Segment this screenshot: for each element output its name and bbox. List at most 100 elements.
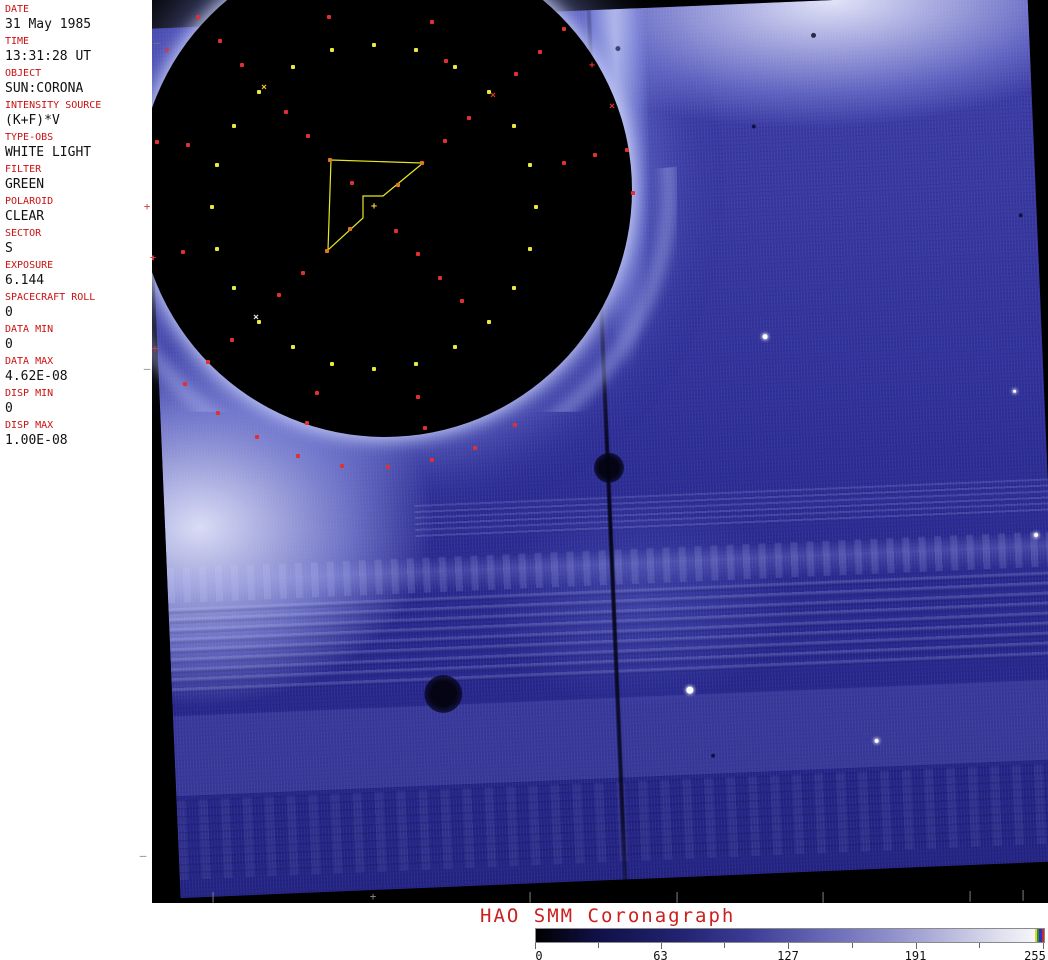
limb-dot-yellow <box>215 247 219 251</box>
field-label-filter: FILTER <box>5 164 42 175</box>
limb-dot-yellow <box>453 345 457 349</box>
limb-dot-yellow <box>291 345 295 349</box>
colorbar-tick-label: 127 <box>777 949 799 960</box>
edge-tick: + <box>369 890 377 903</box>
limb-dot-yellow <box>487 320 491 324</box>
limb-dot-yellow <box>534 205 538 209</box>
field-label-exposure: EXPOSURE <box>5 260 54 271</box>
fiducial-dot-red <box>513 423 517 427</box>
sun-center-marker: + <box>370 201 378 212</box>
colorbar-minor-tick <box>724 943 726 948</box>
fiducial-dot-red <box>196 15 200 19</box>
fiducial-dot-red <box>284 110 288 114</box>
fiducial-dot-red <box>460 299 464 303</box>
axis-marker: + <box>163 45 171 56</box>
limb-dot-yellow <box>512 286 516 290</box>
edge-tick: | <box>819 890 827 903</box>
field-value-polaroid: CLEAR <box>5 209 45 224</box>
limb-dot-yellow <box>215 163 219 167</box>
coronagraph-image-area[interactable]: + × × × + + × <box>152 0 1048 903</box>
fiducial-dot-red <box>181 250 185 254</box>
colorbar-tick-label: 0 <box>535 949 543 960</box>
fiducial-dot-red <box>315 391 319 395</box>
limb-dot-yellow <box>414 362 418 366</box>
limb-dot-yellow <box>414 48 418 52</box>
colorbar-tick-label: 255 <box>1024 949 1046 960</box>
fiducial-dot-red <box>206 360 210 364</box>
field-label-type-obs: TYPE-OBS <box>5 132 54 143</box>
fiducial-dot-red <box>473 446 477 450</box>
metadata-field-filter: FILTER GREEN <box>0 163 152 195</box>
fiducial-dot-red <box>218 39 222 43</box>
fiducial-dot-red <box>305 421 309 425</box>
field-label-intensity-source: INTENSITY SOURCE <box>5 100 102 111</box>
metadata-field-intensity-source: INTENSITY SOURCE (K+F)*V <box>0 99 152 131</box>
field-value-disp-max: 1.00E-08 <box>5 433 68 448</box>
field-label-data-max: DATA MAX <box>5 356 54 367</box>
field-value-spacecraft-roll: 0 <box>5 305 13 320</box>
fiducial-dot-red <box>350 181 354 185</box>
colorbar[interactable] <box>535 928 1045 943</box>
metadata-field-data-max: DATA MAX 4.62E-08 <box>0 355 152 387</box>
colorbar-saturation-stripe <box>1042 929 1044 942</box>
fiducial-dot-red <box>562 27 566 31</box>
edge-tick: – <box>153 36 161 49</box>
fiducial-dot-red <box>438 276 442 280</box>
field-value-disp-min: 0 <box>5 401 13 416</box>
field-value-data-min: 0 <box>5 337 13 352</box>
axis-marker: × <box>489 90 497 101</box>
field-label-data-min: DATA MIN <box>5 324 54 335</box>
fiducial-dot-red <box>562 161 566 165</box>
fiducial-dot-orange <box>420 161 424 165</box>
fiducial-dot-red <box>631 191 635 195</box>
field-label-spacecraft-roll: SPACECRAFT ROLL <box>5 292 96 303</box>
metadata-field-time: TIME 13:31:28 UT <box>0 35 152 67</box>
fiducial-dot-red <box>240 63 244 67</box>
field-value-date: 31 May 1985 <box>5 17 92 32</box>
limb-dot-yellow <box>528 247 532 251</box>
footer-bar: HAO SMM Coronagraph 0 63 127 191 255 <box>0 903 1048 960</box>
fiducial-dot-red <box>416 395 420 399</box>
fiducial-dot-red <box>593 153 597 157</box>
smm-coronagraph-viewer: DATE 31 May 1985 TIME 13:31:28 UT OBJECT SUN:… <box>0 0 1048 960</box>
fiducial-dot-red <box>216 411 220 415</box>
field-label-disp-min: DISP MIN <box>5 388 54 399</box>
metadata-field-sector: SECTOR S <box>0 227 152 259</box>
field-value-intensity-source: (K+F)*V <box>5 113 60 128</box>
colorbar-tick-label: 191 <box>904 949 927 960</box>
limb-dot-yellow <box>453 65 457 69</box>
edge-tick: | <box>673 890 681 903</box>
limb-dot-yellow <box>330 48 334 52</box>
field-label-polaroid: POLAROID <box>5 196 54 207</box>
field-value-object: SUN:CORONA <box>5 81 84 96</box>
fiducial-dot-red <box>327 15 331 19</box>
metadata-field-object: OBJECT SUN:CORONA <box>0 67 152 99</box>
metadata-field-date: DATE 31 May 1985 <box>0 0 152 35</box>
edge-tick: | <box>1019 888 1027 901</box>
colorbar-minor-tick <box>851 943 853 948</box>
limb-dot-yellow <box>330 362 334 366</box>
limb-dot-yellow <box>372 367 376 371</box>
axis-marker: + <box>588 60 596 71</box>
pointing-overlay <box>327 159 425 252</box>
field-value-data-max: 4.62E-08 <box>5 369 68 384</box>
limb-dot-yellow <box>210 205 214 209</box>
colorbar-tick-label: 63 <box>653 949 668 960</box>
limb-dot-yellow <box>232 124 236 128</box>
fiducial-dot-red <box>296 454 300 458</box>
field-value-sector: S <box>5 241 13 256</box>
fiducial-dot-orange <box>348 227 352 231</box>
limb-dot-yellow <box>291 65 295 69</box>
fiducial-dot-red <box>423 426 427 430</box>
limb-dot-yellow <box>512 124 516 128</box>
edge-tick: | <box>209 890 217 903</box>
metadata-field-data-min: DATA MIN 0 <box>0 323 152 355</box>
fiducial-dot-red <box>301 271 305 275</box>
fiducial-dot-red <box>514 72 518 76</box>
field-label-disp-max: DISP MAX <box>5 420 54 431</box>
colorbar-minor-tick <box>979 943 981 948</box>
edge-tick: + <box>151 342 159 355</box>
field-label-time: TIME <box>5 36 30 47</box>
field-label-date: DATE <box>5 4 30 15</box>
fiducial-dot-orange <box>396 183 400 187</box>
